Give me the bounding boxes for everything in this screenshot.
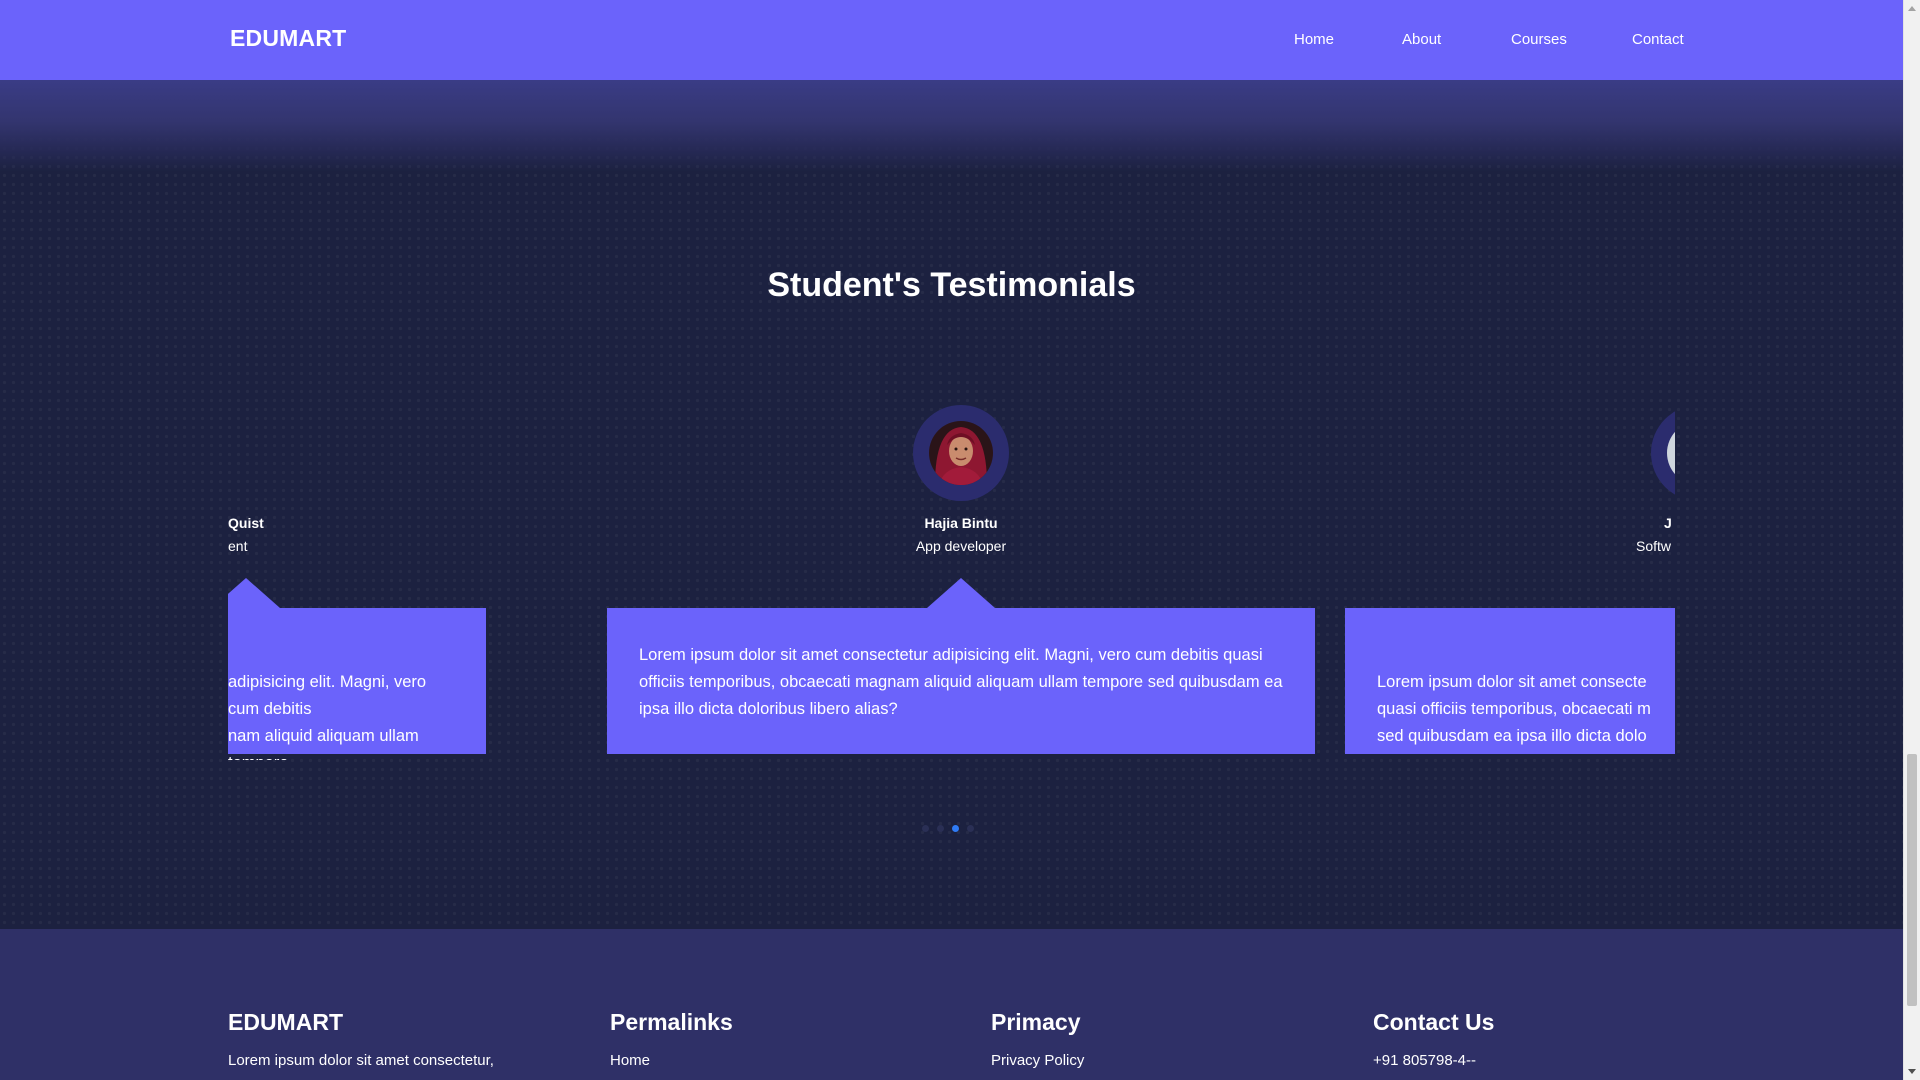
quote-pointer bbox=[927, 578, 995, 608]
footer-link-privacy-policy[interactable]: Privacy Policy bbox=[991, 1052, 1084, 1069]
navbar-shadow bbox=[0, 80, 1903, 172]
testimonials-carousel[interactable]: Quist ent adipisicing elit. Magni, vero … bbox=[228, 400, 1675, 760]
scroll-up-arrow-icon[interactable] bbox=[1908, 6, 1916, 11]
footer-column-primacy: Primacy Privacy Policy bbox=[991, 1009, 1084, 1069]
avatar-ring bbox=[1651, 405, 1675, 501]
scrollbar-thumb[interactable] bbox=[1907, 754, 1917, 1006]
person-name: J bbox=[1664, 515, 1672, 531]
footer-column-permalinks: Permalinks Home bbox=[610, 1009, 733, 1069]
footer-column-contact: Contact Us +91 805798-4-- bbox=[1373, 1009, 1494, 1069]
footer-link-home[interactable]: Home bbox=[610, 1052, 733, 1069]
scroll-down-arrow-icon[interactable] bbox=[1908, 1069, 1916, 1074]
navbar: EDUMART Home About Courses Contact bbox=[0, 0, 1903, 80]
carousel-dots bbox=[922, 825, 974, 832]
page: EDUMART Home About Courses Contact Stude… bbox=[0, 0, 1903, 1080]
nav-link-about[interactable]: About bbox=[1402, 31, 1441, 48]
testimonial-card: Quist ent adipisicing elit. Magni, vero … bbox=[228, 400, 486, 760]
footer-phone-link[interactable]: +91 805798-4-- bbox=[1373, 1052, 1494, 1069]
avatar-photo-icon bbox=[929, 421, 993, 485]
nav-link-home[interactable]: Home bbox=[1294, 31, 1334, 48]
quote-box: adipisicing elit. Magni, vero cum debiti… bbox=[228, 608, 486, 760]
avatar-photo-icon bbox=[1667, 421, 1675, 485]
avatar bbox=[929, 421, 993, 485]
quote-text: adipisicing elit. Magni, vero cum debiti… bbox=[228, 673, 427, 760]
quote-text: Lorem ipsum dolor sit amet consecte quas… bbox=[1377, 673, 1651, 745]
person-role: Softw bbox=[1636, 538, 1672, 554]
footer-heading: EDUMART bbox=[228, 1009, 343, 1035]
testimonial-card-active: Hajia Bintu App developer Lorem ipsum do… bbox=[607, 400, 1315, 754]
person-role: App developer bbox=[915, 538, 1007, 554]
quote-box: Lorem ipsum dolor sit amet consectetur a… bbox=[607, 608, 1315, 754]
quote-text: Lorem ipsum dolor sit amet consectetur a… bbox=[639, 646, 1283, 718]
footer-heading: Permalinks bbox=[610, 1009, 733, 1035]
avatar-ring bbox=[913, 405, 1009, 501]
nav-link-contact[interactable]: Contact bbox=[1632, 31, 1684, 48]
quote-box: Lorem ipsum dolor sit amet consecte quas… bbox=[1345, 608, 1675, 754]
carousel-dot[interactable] bbox=[922, 825, 929, 832]
nav-links: Home About Courses Contact bbox=[0, 31, 1903, 55]
footer-column-brand: EDUMART Lorem ipsum dolor sit amet conse… bbox=[228, 1009, 494, 1069]
testimonial-card: J Softw Lorem ipsum dolor sit amet conse… bbox=[1345, 400, 1675, 754]
avatar bbox=[1667, 421, 1675, 485]
footer-heading: Contact Us bbox=[1373, 1009, 1495, 1035]
carousel-dot[interactable] bbox=[937, 825, 944, 832]
testimonials-title: Student's Testimonials bbox=[767, 266, 1136, 304]
quote-pointer bbox=[228, 578, 280, 608]
footer-description: Lorem ipsum dolor sit amet consectetur, bbox=[228, 1052, 494, 1069]
footer-heading: Primacy bbox=[991, 1009, 1081, 1035]
carousel-dot[interactable] bbox=[967, 825, 974, 832]
carousel-dot-active[interactable] bbox=[952, 825, 959, 832]
person-name: Hajia Bintu bbox=[924, 515, 998, 531]
nav-link-courses[interactable]: Courses bbox=[1511, 31, 1567, 48]
footer: EDUMART Lorem ipsum dolor sit amet conse… bbox=[0, 929, 1903, 1080]
vertical-scrollbar[interactable] bbox=[1903, 0, 1920, 1080]
